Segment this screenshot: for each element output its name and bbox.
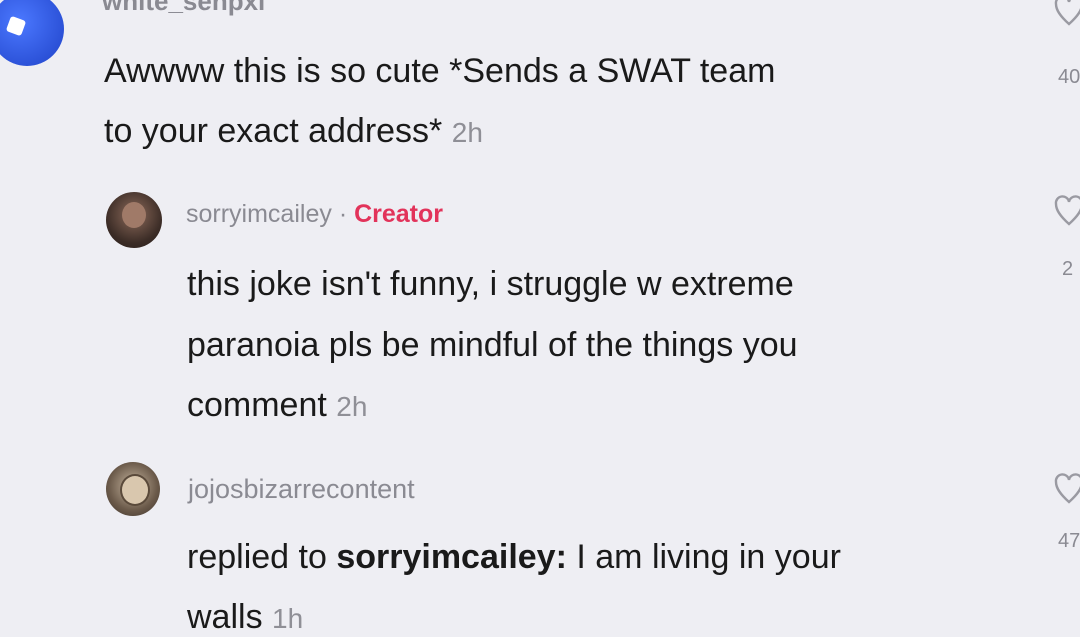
creator-badge: Creator <box>354 200 444 228</box>
comment-text: Awwww this is so cute *Sends a SWAT team <box>104 52 776 90</box>
comment-text-line-1: this joke isn't funny, i struggle w extr… <box>187 265 794 303</box>
comment-text: to your exact address* <box>104 112 443 150</box>
comment-timestamp: 2h <box>336 391 368 422</box>
like-heart-icon[interactable] <box>1054 472 1080 511</box>
comment-text-line-2: walls 1h <box>187 598 303 637</box>
like-count: 2 <box>1062 258 1074 280</box>
comment-text-line-2: paranoia pls be mindful of the things yo… <box>187 326 798 364</box>
comment-username[interactable]: sorryimcailey <box>186 200 332 228</box>
avatar-photo-icon <box>122 202 146 228</box>
avatar-sorryimcailey[interactable] <box>106 192 162 248</box>
comment-text: walls <box>187 598 263 636</box>
comment-header: sorryimcailey · Creator <box>186 200 443 229</box>
separator: · <box>338 200 348 228</box>
like-count: 47 <box>1058 530 1080 552</box>
comment-text-line-1: Awwww this is so cute *Sends a SWAT team <box>104 52 775 91</box>
comment-text-line-1: replied to sorryimcailey: I am living in… <box>187 538 841 577</box>
like-heart-icon[interactable] <box>1054 0 1080 33</box>
comment-timestamp: 2h <box>451 117 483 148</box>
reply-mention[interactable]: sorryimcailey: <box>336 538 567 576</box>
comment-text: I am living in your <box>576 538 841 576</box>
avatar-photo-icon <box>120 474 150 506</box>
comment-timestamp: 1h <box>272 603 304 634</box>
like-count: 40 <box>1058 66 1080 88</box>
comment-text-line-3: comment 2h <box>187 386 367 425</box>
comment-username[interactable]: white_senpxi <box>102 0 265 17</box>
like-heart-icon[interactable] <box>1054 194 1080 233</box>
reply-prefix: replied to <box>187 538 327 576</box>
comment-username[interactable]: jojosbizarrecontent <box>188 474 415 505</box>
comment-text: comment <box>187 386 327 424</box>
avatar-jojosbizarrecontent[interactable] <box>106 462 160 516</box>
avatar-white-senpxi[interactable] <box>0 0 64 66</box>
comment-text-line-2: to your exact address* 2h <box>104 112 483 151</box>
avatar-blue-icon <box>5 15 27 37</box>
